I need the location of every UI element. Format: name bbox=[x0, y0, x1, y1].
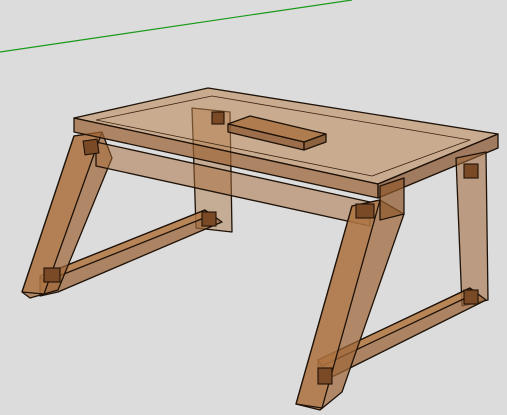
sketchup-3d-viewport[interactable] bbox=[0, 0, 507, 415]
model-canvas[interactable] bbox=[0, 0, 507, 415]
peg-right-top[interactable] bbox=[355, 203, 375, 219]
post-right[interactable] bbox=[379, 177, 405, 221]
peg-left-top[interactable] bbox=[82, 138, 100, 156]
peg-back-left[interactable] bbox=[211, 111, 225, 125]
peg-right-bottom[interactable] bbox=[317, 367, 333, 385]
peg-back-right[interactable] bbox=[463, 163, 479, 179]
peg-back-left-low[interactable] bbox=[201, 211, 217, 227]
peg-left-bottom[interactable] bbox=[43, 267, 61, 283]
peg-right-mid[interactable] bbox=[463, 289, 479, 305]
